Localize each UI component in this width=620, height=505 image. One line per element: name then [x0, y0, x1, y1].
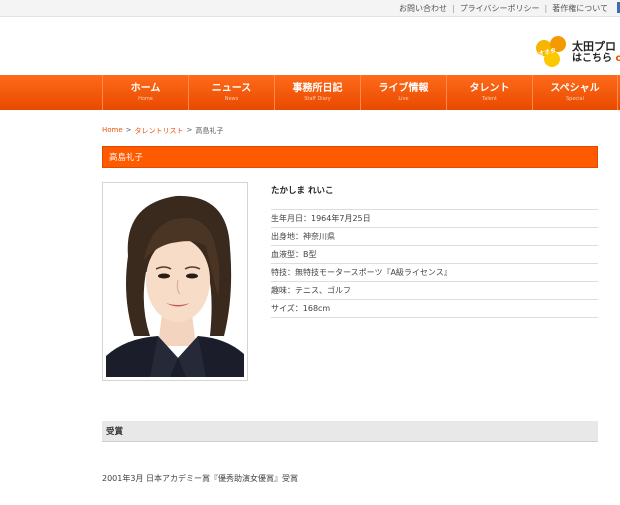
nav-sublabel: Talent [482, 95, 497, 102]
name-kana: たかしま れいこ [271, 184, 598, 210]
nav-sublabel: Live [398, 95, 409, 102]
nav-label: ホーム [130, 82, 161, 94]
nav-label: スペシャル [550, 82, 600, 94]
awards-section-header: 受賞 [102, 421, 598, 442]
utility-links: お問い合わせ | プライバシーポリシー | 著作権について [399, 3, 608, 14]
nav-staff-diary[interactable]: 事務所日記 Staff Diary [274, 75, 360, 110]
nav-sublabel: Home [138, 95, 153, 102]
nav-sublabel: Staff Diary [304, 95, 331, 102]
row-label: 生年月日： [271, 214, 311, 223]
profile-photo-frame [102, 182, 248, 381]
row-value: 168cm [302, 304, 331, 313]
award-item: 2001年3月 日本アカデミー賞『優秀助演女優賞』受賞 [102, 474, 298, 483]
nav-special[interactable]: スペシャル Special [532, 75, 618, 110]
logo-mark-icon: オオタ [536, 36, 570, 70]
breadcrumb-separator: > [125, 126, 132, 134]
logo-text: 太田プロ はこちら oh [572, 41, 620, 65]
breadcrumb-separator: > [186, 126, 193, 134]
row-label: 特技： [271, 268, 295, 277]
profile-row-blood-type: 血液型： B型 [271, 246, 598, 264]
page-title: 高島礼子 [109, 153, 144, 163]
nav-talent[interactable]: タレント Talent [446, 75, 532, 110]
row-label: サイズ： [271, 304, 303, 313]
nav-sublabel: News [224, 95, 239, 102]
row-label: 出身地： [271, 232, 303, 241]
site-header: オオタ 太田プロ はこちら oh [0, 17, 620, 75]
copyright-link[interactable]: 著作権について [552, 3, 608, 14]
nav-home[interactable]: ホーム Home [102, 75, 188, 110]
privacy-policy-link[interactable]: プライバシーポリシー [460, 3, 540, 14]
logo-line-1: 太田プロ [572, 40, 616, 53]
utility-bar: お問い合わせ | プライバシーポリシー | 著作権について [0, 0, 620, 17]
nav-label: 事務所日記 [292, 82, 343, 94]
profile-photo [106, 186, 244, 377]
row-label: 血液型： [271, 250, 303, 259]
row-label: 趣味： [271, 286, 295, 295]
profile-row-birthplace: 出身地： 神奈川県 [271, 228, 598, 246]
page-title-bar: 高島礼子 [102, 146, 598, 168]
portrait-image [106, 186, 244, 377]
breadcrumb-home-link[interactable]: Home [102, 126, 123, 136]
nav-label: ライブ情報 [378, 82, 429, 94]
breadcrumb: Home > タレントリスト > 高島礼子 [102, 126, 223, 136]
site-logo[interactable]: オオタ 太田プロ はこちら oh [536, 36, 620, 70]
profile-details: たかしま れいこ 生年月日： 1964年7月25日 出身地： 神奈川県 血液型： B型… [271, 184, 598, 318]
awards-heading: 受賞 [106, 427, 124, 437]
nav-live[interactable]: ライブ情報 Live [360, 75, 446, 110]
main-nav: ホーム Home ニュース News 事務所日記 Staff Diary ライブ… [0, 75, 620, 110]
row-value: 無特技モータースポーツ『A級ライセンス』 [295, 268, 452, 277]
nav-news[interactable]: ニュース News [188, 75, 274, 110]
row-value: 1964年7月25日 [311, 214, 371, 223]
separator: | [544, 4, 548, 13]
nav-sublabel: Special [565, 95, 584, 102]
separator: | [451, 4, 455, 13]
row-value: テニス、ゴルフ [295, 286, 351, 295]
breadcrumb-current: 高島礼子 [195, 127, 224, 135]
profile-row-hobbies: 趣味： テニス、ゴルフ [271, 282, 598, 300]
row-value: B型 [303, 250, 317, 259]
nav-label: ニュース [211, 82, 252, 94]
contact-link[interactable]: お問い合わせ [399, 3, 447, 14]
profile-row-size: サイズ： 168cm [271, 300, 598, 318]
row-value: 神奈川県 [303, 232, 335, 241]
nav-label: タレント [469, 82, 510, 94]
profile-row-skills: 特技： 無特技モータースポーツ『A級ライセンス』 [271, 264, 598, 282]
breadcrumb-talent-list-link[interactable]: タレントリスト [135, 126, 184, 136]
profile-row-birthday: 生年月日： 1964年7月25日 [271, 210, 598, 228]
logo-line-2: はこちら oh [572, 53, 620, 64]
